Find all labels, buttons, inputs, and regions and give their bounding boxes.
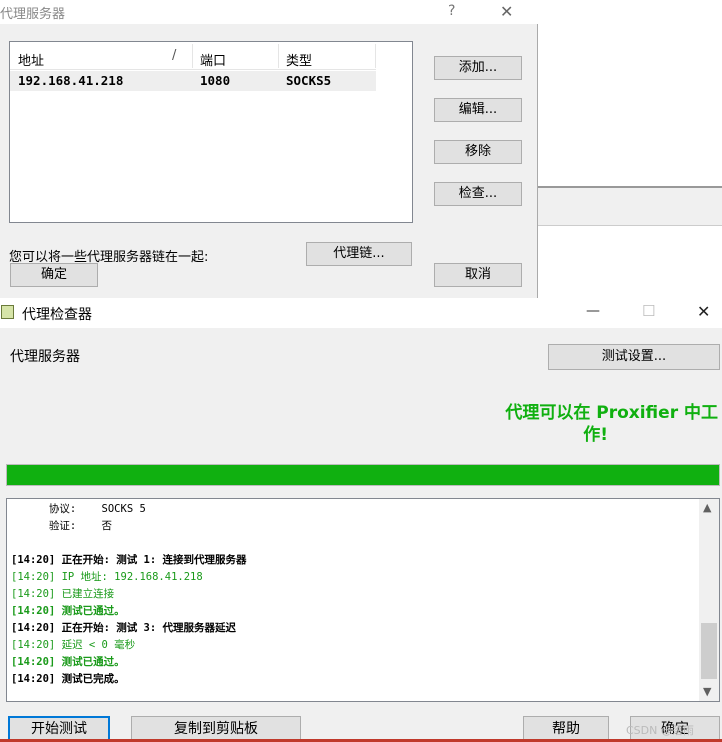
log-line: [14:20] 延迟 < 0 毫秒 (11, 639, 136, 651)
progress-fill (7, 465, 719, 485)
proxy-chain-button[interactable]: 代理链... (306, 242, 412, 266)
close-icon[interactable]: ✕ (500, 2, 513, 21)
close-icon[interactable]: ✕ (697, 302, 710, 321)
row-type: SOCKS5 (286, 73, 332, 88)
list-header: 地址 / 端口 类型 (10, 42, 376, 70)
log-line: 协议: SOCKS 5 (11, 503, 146, 515)
checker-title-bar: 代理检查器 — ☐ ✕ (0, 298, 722, 328)
column-divider[interactable] (192, 44, 193, 68)
check-button[interactable]: 检查... (434, 182, 522, 206)
section-label: 代理服务器 (10, 349, 80, 365)
maximize-icon[interactable]: ☐ (642, 302, 655, 320)
log-line: [14:20] 测试已通过。 (11, 656, 125, 668)
log-line: [14:20] IP 地址: 192.168.41.218 (11, 571, 203, 583)
column-header-address[interactable]: 地址 (18, 50, 44, 69)
scroll-thumb[interactable] (701, 623, 717, 679)
proxy-servers-dialog: 代理服务器 ? ✕ 地址 / 端口 类型 192.168.41.218 1080… (0, 0, 538, 298)
status-line-2: 作! (583, 425, 608, 445)
log-line: [14:20] 正在开始: 测试 1: 连接到代理服务器 (11, 554, 247, 566)
ok-button[interactable]: 确定 (10, 263, 98, 287)
column-header-port[interactable]: 端口 (200, 50, 226, 69)
log-line: [14:20] 正在开始: 测试 3: 代理服务器延迟 (11, 622, 237, 634)
scroll-down-icon[interactable]: ▼ (703, 685, 711, 698)
app-icon (1, 305, 14, 319)
log-line: [14:20] 测试已通过。 (11, 605, 125, 617)
proxy-checker-window: 代理检查器 — ☐ ✕ 代理服务器 测试设置... 代理可以在 Proxifie… (0, 298, 722, 742)
sort-indicator-icon: / (172, 48, 177, 63)
edit-button[interactable]: 编辑... (434, 98, 522, 122)
log-line: 验证: 否 (11, 520, 113, 532)
log-line: [14:20] 已建立连接 (11, 588, 115, 600)
status-message: 代理可以在 Proxifier 中工 作! (430, 402, 718, 446)
remove-button[interactable]: 移除 (434, 140, 522, 164)
add-button[interactable]: 添加... (434, 56, 522, 80)
background-window-strip (538, 186, 722, 226)
proxy-list[interactable]: 地址 / 端口 类型 192.168.41.218 1080 SOCKS5 (9, 41, 413, 223)
test-settings-button[interactable]: 测试设置... (548, 344, 720, 370)
scroll-up-icon[interactable]: ▲ (703, 501, 711, 514)
log-line: [14:20] 测试已完成。 (11, 673, 125, 685)
log-scrollbar[interactable]: ▲ ▼ (699, 499, 719, 701)
row-address: 192.168.41.218 (18, 73, 124, 88)
status-line-1: 代理可以在 Proxifier 中工 (505, 403, 718, 423)
column-header-type[interactable]: 类型 (286, 50, 312, 69)
row-port: 1080 (200, 73, 231, 88)
progress-bar (6, 464, 720, 486)
log-panel[interactable]: 协议: SOCKS 5 验证: 否 [14:20] 正在开始: 测试 1: 连接到… (6, 498, 720, 702)
column-divider[interactable] (375, 44, 376, 68)
checker-title: 代理检查器 (22, 307, 92, 323)
log-lines: 协议: SOCKS 5 验证: 否 [14:20] 正在开始: 测试 1: 连接到… (11, 501, 697, 688)
dialog-title-bar: 代理服务器 ? ✕ (0, 0, 538, 24)
cancel-button[interactable]: 取消 (434, 263, 522, 287)
help-icon[interactable]: ? (448, 3, 455, 19)
column-divider[interactable] (278, 44, 279, 68)
dialog-title: 代理服务器 (0, 7, 66, 22)
watermark: CSDN @落雨 (626, 724, 694, 737)
list-row-selected[interactable]: 192.168.41.218 1080 SOCKS5 (10, 71, 376, 91)
minimize-icon[interactable]: — (586, 303, 600, 319)
